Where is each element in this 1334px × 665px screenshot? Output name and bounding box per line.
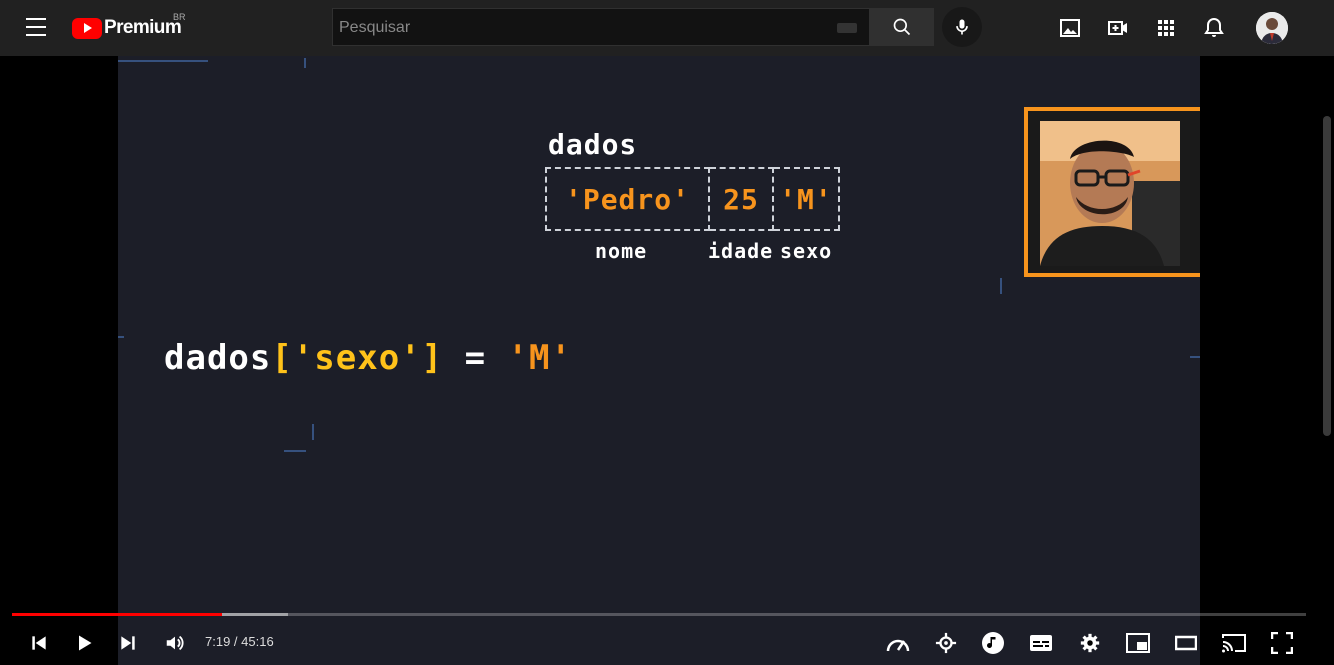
next-icon <box>121 636 135 650</box>
code-expression: dados['sexo'] = 'M' <box>164 338 572 378</box>
array-cell: 'M' <box>774 167 840 231</box>
video-frame: dados 'Pedro' 25 'M' nome idade sexo dad… <box>118 56 1200 665</box>
country-code: BR <box>173 12 186 22</box>
play-icon <box>79 635 92 651</box>
subtitles-icon <box>1030 635 1052 651</box>
scrollbar-thumb[interactable] <box>1323 116 1331 436</box>
previous-icon <box>32 636 46 650</box>
decor-line <box>1000 278 1002 294</box>
code-value: 'M' <box>507 338 572 378</box>
time-display: 7:19 / 45:16 <box>205 634 274 649</box>
page-scrollbar[interactable] <box>1320 56 1334 665</box>
array-title: dados <box>548 128 638 161</box>
create-video-icon[interactable] <box>1106 16 1130 40</box>
miniplayer-button[interactable] <box>1123 628 1153 658</box>
avatar[interactable] <box>1256 12 1288 44</box>
array-cell: 25 <box>710 167 774 231</box>
cast-button[interactable] <box>1219 628 1249 658</box>
brand-label: Premium <box>104 17 182 38</box>
play-button[interactable] <box>69 628 99 658</box>
search-box <box>332 8 870 47</box>
decor-line <box>304 58 306 68</box>
decor-line <box>1190 356 1200 358</box>
subtitles-button[interactable] <box>1026 628 1056 658</box>
previous-button[interactable] <box>24 628 54 658</box>
player-controls: 7:19 / 45:16 <box>0 624 1334 660</box>
miniplayer-icon <box>1126 633 1150 653</box>
theater-mode-button[interactable] <box>1171 628 1201 658</box>
cast-icon <box>1222 634 1246 653</box>
search-icon <box>893 18 911 36</box>
fullscreen-icon <box>1271 632 1293 654</box>
array-cell: 'Pedro' <box>545 167 710 231</box>
fullscreen-button[interactable] <box>1267 628 1297 658</box>
voice-search-button[interactable] <box>942 7 982 47</box>
music-icon <box>982 632 1004 654</box>
array-label: idade <box>708 239 774 263</box>
array-label: nome <box>595 239 648 263</box>
volume-icon <box>166 635 184 651</box>
volume-button[interactable] <box>160 628 190 658</box>
played-indicator <box>12 613 222 616</box>
array-cells: 'Pedro' 25 'M' <box>545 167 840 231</box>
array-label: sexo <box>780 239 833 263</box>
presenter-image <box>1040 121 1180 266</box>
youtube-logo-icon <box>72 17 102 39</box>
code-variable: dados <box>164 338 272 378</box>
keyboard-icon[interactable] <box>837 23 857 33</box>
settings-extra-button[interactable] <box>931 628 961 658</box>
speed-icon <box>886 639 910 652</box>
video-player[interactable]: dados 'Pedro' 25 'M' nome idade sexo dad… <box>0 56 1334 665</box>
bell-icon[interactable] <box>1202 16 1226 40</box>
mic-icon <box>956 19 968 35</box>
decor-line <box>284 450 306 452</box>
code-operator: = <box>443 338 508 378</box>
playback-speed-button[interactable] <box>883 628 913 658</box>
decor-line <box>118 60 208 62</box>
search-input[interactable] <box>333 9 821 47</box>
search-button[interactable] <box>870 8 934 46</box>
settings-sparkle-icon <box>935 632 957 654</box>
progress-bar[interactable] <box>12 613 1306 616</box>
settings-icon <box>1080 633 1100 653</box>
decor-line <box>118 336 124 338</box>
music-button[interactable] <box>978 628 1008 658</box>
menu-icon[interactable] <box>26 18 46 36</box>
masthead: Premium BR <box>0 0 1334 56</box>
code-key: ['sexo'] <box>271 338 444 378</box>
webcam-overlay <box>1024 107 1200 277</box>
decor-line <box>312 424 314 440</box>
next-button[interactable] <box>113 628 143 658</box>
youtube-logo[interactable]: Premium BR <box>72 12 186 40</box>
settings-button[interactable] <box>1075 628 1105 658</box>
image-icon[interactable] <box>1058 16 1082 40</box>
theater-icon <box>1175 635 1197 651</box>
apps-grid-icon[interactable] <box>1154 16 1178 40</box>
